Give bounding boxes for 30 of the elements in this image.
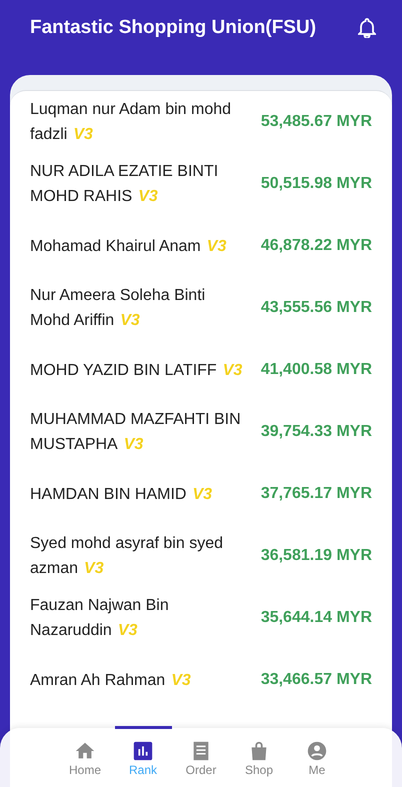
member-name: Syed mohd asyraf bin syed azman V3: [30, 534, 224, 579]
member-name: Fauzan Najwan Bin Nazaruddin V3: [30, 596, 170, 641]
nav-tab[interactable]: Me: [294, 740, 340, 787]
sales-amount: 36,581.19 MYR: [260, 547, 372, 565]
page-title: Fantastic Shopping Union(FSU): [30, 17, 316, 39]
sales-amount: 50,515.98 MYR: [260, 175, 372, 193]
member-name: MOHD YAZID BIN LATIFF V3: [30, 360, 242, 380]
sales-amount: 53,485.67 MYR: [260, 113, 372, 131]
member-name: MUHAMMAD MAZFAHTI BIN MUSTAPHA V3: [30, 410, 242, 455]
sales-amount: 37,765.17 MYR: [260, 485, 372, 503]
nav-tab[interactable]: Order: [178, 740, 224, 787]
sales-amount: 43,555.56 MYR: [260, 299, 372, 317]
member-name: NUR ADILA EZATIE BINTI MOHD RAHIS V3: [30, 162, 220, 207]
user-icon: [306, 740, 328, 762]
sales-amount: 46,878.22 MYR: [260, 237, 372, 255]
member-name: Mohamad Khairul Anam V3: [30, 236, 226, 256]
member-name: HAMDAN BIN HAMID V3: [30, 484, 212, 504]
member-name: Amran Ah Rahman V3: [30, 670, 191, 690]
member-name: Luqman nur Adam bin mohd fadzli V3: [30, 100, 232, 145]
nav-tab[interactable]: Rank: [120, 740, 166, 787]
active-tab-indicator: [114, 726, 172, 729]
sales-amount: 41,400.58 MYR: [260, 361, 372, 379]
bar-chart-icon: [132, 740, 154, 762]
nav-tab[interactable]: Shop: [236, 740, 282, 787]
sales-amount: 39,754.33 MYR: [260, 423, 372, 441]
sales-amount: 35,644.14 MYR: [260, 609, 372, 627]
member-name: Nur Ameera Soleha Binti Mohd Ariffin V3: [30, 286, 206, 331]
sales-amount: 33,466.57 MYR: [260, 671, 372, 689]
nav-tab[interactable]: Home: [62, 740, 108, 787]
notification-bell-icon[interactable]: [358, 18, 376, 38]
